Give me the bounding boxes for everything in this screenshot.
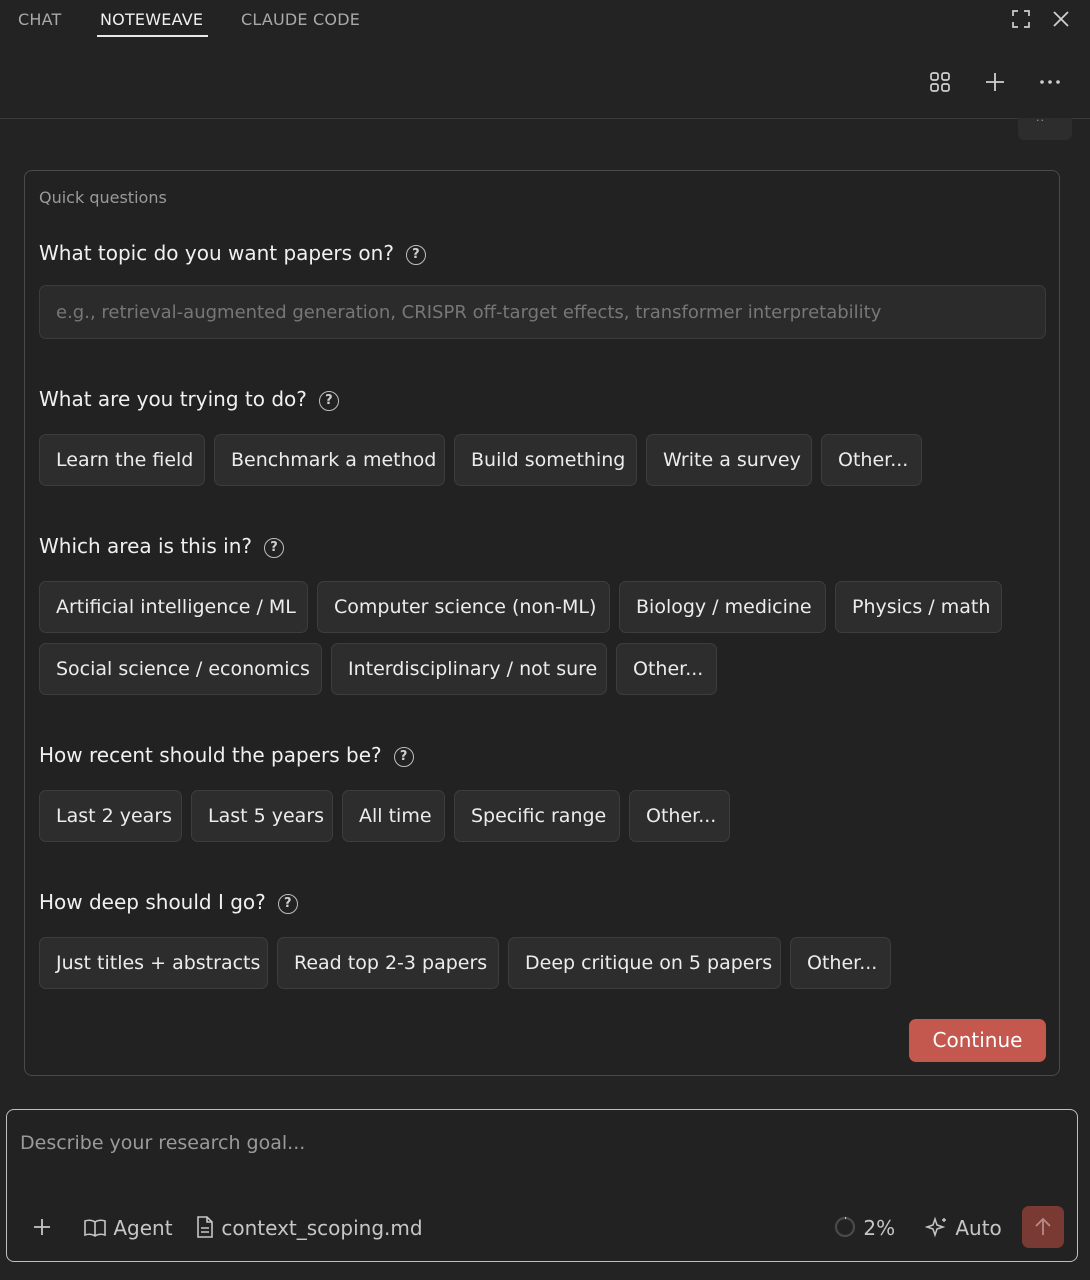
option-titles-abstracts[interactable]: Just titles + abstracts (39, 937, 268, 989)
option-ai-ml[interactable]: Artificial intelligence / ML (39, 581, 308, 633)
expand-icon[interactable] (1010, 8, 1032, 30)
help-icon[interactable]: ? (277, 894, 298, 914)
tab-claude-code[interactable]: CLAUDE CODE (241, 10, 360, 29)
option-physics-math[interactable]: Physics / math (835, 581, 1002, 633)
composer: Agent context_scoping.md 2% Auto (6, 1109, 1078, 1262)
topic-input[interactable] (39, 285, 1046, 339)
option-deep-critique[interactable]: Deep critique on 5 papers (508, 937, 781, 989)
help-icon[interactable]: ? (264, 538, 285, 558)
context-usage-value: 2% (863, 1216, 896, 1240)
question-depth-title: How deep should I go?? (39, 890, 298, 914)
quick-questions-card: Quick questions What topic do you want p… (24, 170, 1060, 1076)
question-goal-title: What are you trying to do?? (39, 387, 339, 411)
option-specific-range[interactable]: Specific range (454, 790, 620, 842)
header-divider (0, 118, 1090, 119)
option-interdisciplinary[interactable]: Interdisciplinary / not sure (331, 643, 607, 695)
option-social-science[interactable]: Social science / economics (39, 643, 322, 695)
sparkle-icon (924, 1216, 946, 1238)
option-last-2-years[interactable]: Last 2 years (39, 790, 182, 842)
continue-button[interactable]: Continue (909, 1019, 1046, 1062)
mode-label: Auto (955, 1216, 1002, 1240)
file-icon (197, 1216, 213, 1238)
question-area-label: Which area is this in? (39, 534, 253, 558)
question-topic-label: What topic do you want papers on? (39, 241, 394, 265)
collapsed-panel-handle: ·· (1036, 114, 1045, 127)
card-caption: Quick questions (39, 188, 167, 207)
option-last-5-years[interactable]: Last 5 years (191, 790, 333, 842)
help-icon[interactable]: ? (393, 747, 414, 767)
option-goal-other[interactable]: Other... (821, 434, 922, 486)
option-depth-other[interactable]: Other... (790, 937, 891, 989)
question-goal-label: What are you trying to do? (39, 387, 307, 411)
option-learn-the-field[interactable]: Learn the field (39, 434, 205, 486)
collapsed-panel-tab[interactable]: ·· (1018, 114, 1072, 140)
question-area-title: Which area is this in?? (39, 534, 285, 558)
tab-noteweave[interactable]: NOTEWEAVE (100, 10, 203, 29)
question-depth-label: How deep should I go? (39, 890, 266, 914)
option-benchmark-a-method[interactable]: Benchmark a method (214, 434, 445, 486)
tab-bar: CHAT NOTEWEAVE CLAUDE CODE (0, 0, 1090, 40)
context-file-label: context_scoping.md (221, 1216, 423, 1240)
option-write-a-survey[interactable]: Write a survey (646, 434, 812, 486)
close-icon[interactable] (1050, 8, 1072, 30)
research-goal-input[interactable] (20, 1128, 1060, 1158)
progress-ring-icon (834, 1216, 856, 1238)
active-tab-indicator (97, 35, 208, 37)
context-usage: 2% (833, 1214, 895, 1242)
option-all-time[interactable]: All time (342, 790, 445, 842)
option-build-something[interactable]: Build something (454, 434, 637, 486)
app-window: CHAT NOTEWEAVE CLAUDE CODE ·· Quick ques… (0, 0, 1090, 1280)
option-computer-science[interactable]: Computer science (non-ML) (317, 581, 610, 633)
tab-chat[interactable]: CHAT (18, 10, 61, 29)
plus-icon[interactable] (31, 1216, 53, 1238)
question-recency-title: How recent should the papers be?? (39, 743, 414, 767)
option-recency-other[interactable]: Other... (629, 790, 730, 842)
option-read-top-papers[interactable]: Read top 2-3 papers (277, 937, 499, 989)
more-icon[interactable] (1038, 70, 1062, 94)
help-icon[interactable]: ? (405, 245, 426, 265)
mode-selector[interactable]: Auto (924, 1214, 1002, 1242)
option-biology-medicine[interactable]: Biology / medicine (619, 581, 826, 633)
send-button[interactable] (1022, 1206, 1064, 1248)
book-icon (84, 1219, 106, 1237)
option-area-other[interactable]: Other... (616, 643, 717, 695)
grid-icon[interactable] (928, 70, 952, 94)
agent-selector[interactable]: Agent (83, 1214, 173, 1242)
question-topic-title: What topic do you want papers on?? (39, 241, 426, 265)
plus-icon[interactable] (983, 70, 1007, 94)
context-file-chip[interactable]: context_scoping.md (195, 1214, 423, 1242)
agent-label: Agent (113, 1216, 173, 1240)
question-recency-label: How recent should the papers be? (39, 743, 382, 767)
help-icon[interactable]: ? (318, 391, 339, 411)
arrow-up-icon (1035, 1217, 1051, 1235)
